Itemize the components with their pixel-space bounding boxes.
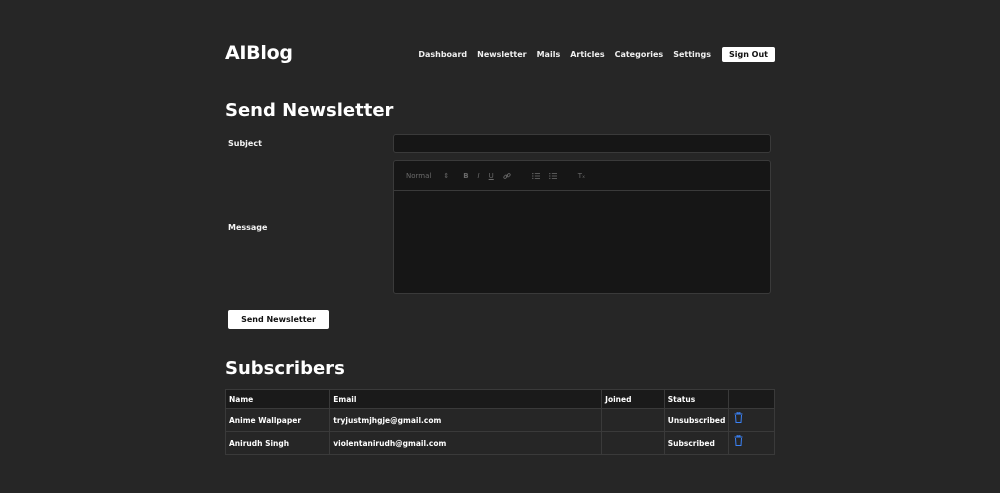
subscriber-joined xyxy=(601,408,665,432)
italic-button[interactable]: I xyxy=(478,172,480,180)
ordered-list-button[interactable] xyxy=(531,172,540,180)
sign-out-button[interactable]: Sign Out xyxy=(721,47,775,62)
header-format-select[interactable]: Normal ⇕ xyxy=(406,172,449,180)
subscriber-status: Subscribed xyxy=(663,431,730,455)
link-icon xyxy=(503,172,511,179)
trash-icon[interactable] xyxy=(734,411,743,425)
nav-settings[interactable]: Settings xyxy=(673,50,711,59)
bullet-list-button[interactable] xyxy=(548,172,557,180)
nav-newsletter[interactable]: Newsletter xyxy=(477,50,526,59)
nav-dashboard[interactable]: Dashboard xyxy=(418,50,467,59)
column-header-action xyxy=(728,389,775,409)
subscriber-email: tryjustmjhgje@gmail.com xyxy=(329,408,603,432)
subscriber-actions xyxy=(728,431,775,455)
subscriber-name: Anirudh Singh xyxy=(224,431,331,455)
chevron-updown-icon: ⇕ xyxy=(443,171,450,180)
subject-input[interactable] xyxy=(393,134,771,153)
subscriber-actions xyxy=(728,408,775,432)
link-button[interactable] xyxy=(503,172,511,180)
table-row: Anime Wallpaper tryjustmjhgje@gmail.com … xyxy=(224,408,775,432)
nav-articles[interactable]: Articles xyxy=(570,50,604,59)
ordered-list-icon xyxy=(531,172,540,179)
site-logo[interactable]: AIBlog xyxy=(225,42,293,64)
site-header: AIBlog Dashboard Newsletter Mails Articl… xyxy=(225,42,775,66)
subscriber-joined xyxy=(601,431,665,455)
bold-button[interactable]: B xyxy=(463,172,468,180)
underline-button[interactable]: U xyxy=(489,172,494,180)
header-format-value: Normal xyxy=(406,171,432,180)
trash-icon[interactable] xyxy=(734,434,743,448)
table-header-row: Name Email Joined Status xyxy=(224,389,775,409)
clear-format-button[interactable]: Tₓ xyxy=(578,172,585,180)
column-header-status: Status xyxy=(663,389,730,409)
column-header-name: Name xyxy=(224,389,331,409)
nav-categories[interactable]: Categories xyxy=(615,50,664,59)
column-header-email: Email xyxy=(329,389,603,409)
subscribers-title: Subscribers xyxy=(225,358,345,379)
subscribers-table: Name Email Joined Status Anime Wallpaper… xyxy=(224,389,775,455)
send-newsletter-button[interactable]: Send Newsletter xyxy=(228,310,329,329)
subscriber-status: Unsubscribed xyxy=(663,408,730,432)
main-nav: Dashboard Newsletter Mails Articles Cate… xyxy=(408,47,775,62)
subscriber-email: violentanirudh@gmail.com xyxy=(329,431,603,455)
message-body[interactable] xyxy=(394,191,770,291)
editor-toolbar: Normal ⇕ B I U Tₓ xyxy=(394,161,770,191)
message-editor: Normal ⇕ B I U Tₓ xyxy=(393,160,771,294)
subject-label: Subject xyxy=(228,139,262,148)
table-row: Anirudh Singh violentanirudh@gmail.com S… xyxy=(224,431,775,455)
page-title: Send Newsletter xyxy=(225,100,394,121)
nav-mails[interactable]: Mails xyxy=(537,50,561,59)
message-label: Message xyxy=(228,223,268,232)
bullet-list-icon xyxy=(548,172,557,179)
column-header-joined: Joined xyxy=(601,389,665,409)
subscriber-name: Anime Wallpaper xyxy=(224,408,331,432)
